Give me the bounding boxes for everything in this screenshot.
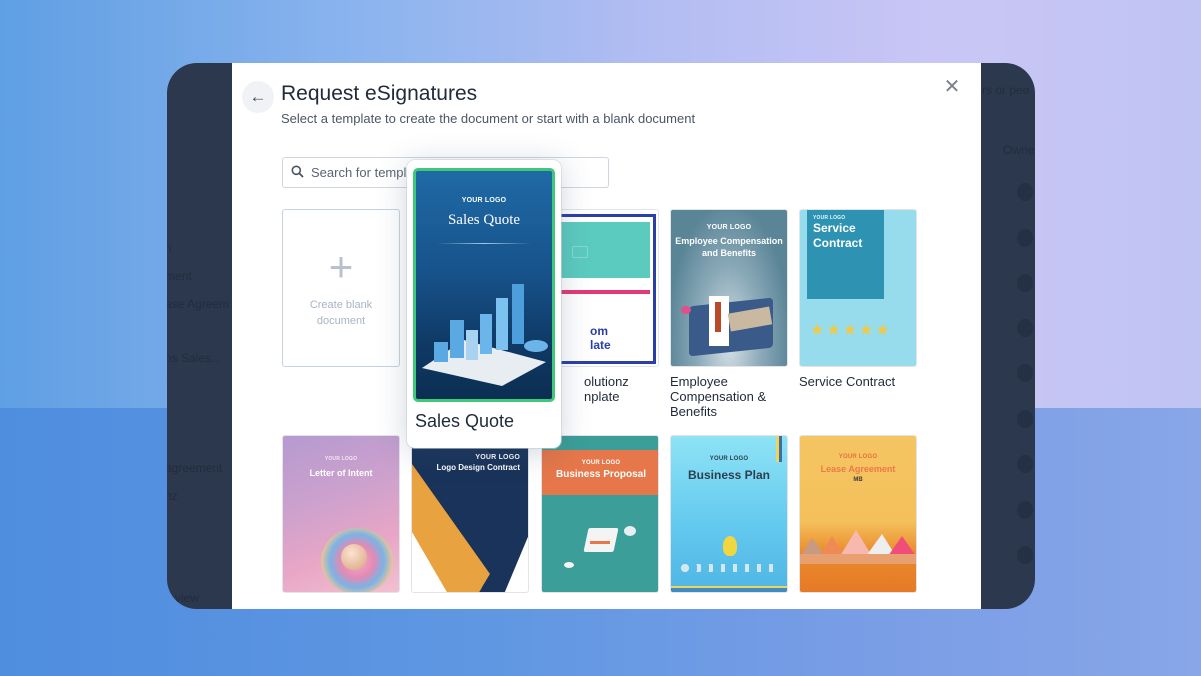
bg-list-item: agreement [167,461,223,475]
bg-list-item: ment [167,269,192,283]
template-card-logo-design-contract[interactable]: YOUR LOGO Logo Design Contract [411,435,529,593]
request-esignatures-modal: ← Request eSignatures Select a template … [232,63,981,609]
avatar [1017,274,1033,292]
avatar [1017,229,1033,247]
avatar [1017,364,1033,382]
sales-quote-thumbnail[interactable]: YOUR LOGO Sales Quote [413,168,555,402]
bg-list-item: n [167,241,172,255]
template-card-business-proposal[interactable]: YOUR LOGO Business Proposal [541,435,659,593]
template-card-service-contract[interactable]: YOUR LOGO Service Contract ★★★★★ [799,209,917,367]
avatar [1017,183,1033,201]
image-placeholder-icon [572,246,588,258]
close-icon: ✕ [943,76,961,98]
arrow-left-icon: ← [249,87,267,106]
template-card-lease-agreement[interactable]: YOUR LOGO Lease Agreement MB [799,435,917,593]
back-button[interactable]: ← [242,81,274,113]
plus-icon: + [328,243,354,290]
avatar [1017,410,1033,428]
hover-preview-label: Sales Quote [415,411,515,431]
template-card-business-plan[interactable]: YOUR LOGO Business Plan [670,435,788,593]
blank-card-label: Create blank [309,299,373,311]
avatar [1017,546,1033,564]
template-hover-preview-sales-quote[interactable]: YOUR LOGO Sales Quote Sales Quote [407,160,561,448]
create-blank-document-card[interactable]: + Create blank document [282,209,400,367]
bg-list-item: nz [167,489,178,503]
template-card-letter-of-intent[interactable]: YOUR LOGO Letter of Intent [282,435,400,593]
template-label-employee-compensation: Employee Compensation & Benefits [670,374,767,419]
star-rating-icon: ★★★★★ [810,322,892,339]
search-icon [291,165,304,181]
avatar [1017,501,1033,519]
bg-column-owner: Owne [1003,143,1035,157]
bg-list-item: ns Sales... [167,351,222,365]
template-label-service-contract: Service Contract [799,374,896,389]
app-window: n ment ase Agreem ns Sales... agreement … [167,63,1035,609]
bar-chart-illustration [422,284,548,386]
avatar [1017,319,1033,337]
bg-list-item: n view [167,591,200,605]
avatar [1017,455,1033,473]
template-card-employee-compensation[interactable]: YOUR LOGO Employee Compensation and Bene… [670,209,788,367]
close-button[interactable]: ✕ [943,76,961,98]
bg-header-text: rs or peo [982,83,1030,97]
lightbulb-icon [723,536,737,556]
modal-title: Request eSignatures [281,82,478,105]
modal-subtitle: Select a template to create the document… [281,111,696,126]
blank-card-label: document [316,315,366,327]
bg-list-item: ase Agreem [167,297,230,311]
